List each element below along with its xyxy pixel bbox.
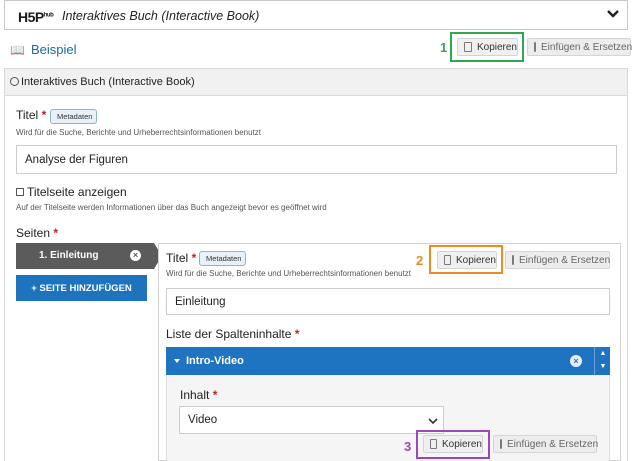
title-input[interactable]: Analyse der Figuren: [16, 145, 617, 174]
chapter-title-description: Wird für die Suche, Berichte und Urheber…: [166, 269, 412, 278]
content-type-select[interactable]: Video: [179, 406, 444, 434]
content-copy-button[interactable]: Kopieren: [423, 435, 483, 453]
cover-page-description: Auf der Titelseite werden Informationen …: [16, 203, 327, 212]
content-type-icon: [10, 77, 19, 86]
chapter-title-input[interactable]: Einleitung: [166, 288, 610, 315]
paste-icon: [512, 255, 514, 265]
annotation-number-1: 1: [440, 40, 448, 55]
h5p-hub-logo: H5Phub: [18, 9, 54, 25]
book-icon: 📖: [10, 43, 25, 57]
pages-label: Seiten *: [16, 226, 59, 240]
collapse-triangle-icon[interactable]: [174, 359, 180, 363]
chapter-copy-button[interactable]: Kopieren: [437, 251, 497, 269]
chapter-paste-replace-button[interactable]: Einfügen & Ersetzen: [505, 251, 610, 269]
paste-icon: [500, 439, 502, 449]
example-link[interactable]: 📖 Beispiel: [10, 42, 76, 57]
copy-icon: [444, 255, 451, 265]
chevron-down-icon[interactable]: [605, 6, 621, 22]
add-page-button[interactable]: + SEITE HINZUFÜGEN: [16, 275, 147, 301]
paste-icon: [534, 42, 536, 52]
annotation-number-3: 3: [404, 439, 412, 454]
hub-content-type-title: Interaktives Buch (Interactive Book): [62, 9, 260, 23]
copy-icon: [430, 439, 437, 449]
chapter-metadata-button[interactable]: Metadaten: [199, 251, 247, 266]
annotation-number-2: 2: [416, 253, 424, 268]
metadata-button[interactable]: Metadaten: [50, 109, 98, 124]
remove-item-icon[interactable]: ×: [570, 355, 582, 367]
section-header[interactable]: Interaktives Buch (Interactive Book): [4, 68, 628, 96]
title-label: Titel *: [16, 108, 47, 122]
copy-button[interactable]: Kopieren: [457, 38, 518, 56]
chapter-item-einleitung[interactable]: 1. Einleitung ×: [16, 243, 162, 269]
content-paste-replace-button[interactable]: Einfügen & Ersetzen: [493, 435, 598, 453]
section-title: Interaktives Buch (Interactive Book): [21, 76, 195, 88]
cover-page-checkbox[interactable]: [16, 188, 24, 196]
chevron-down-icon: [428, 418, 438, 425]
copy-icon: [464, 42, 472, 52]
hub-header[interactable]: H5Phub Interaktives Buch (Interactive Bo…: [4, 0, 628, 30]
chapter-title-label: Titel *: [166, 251, 197, 265]
content-label: Inhalt *: [180, 388, 218, 402]
chapter-label: 1. Einleitung: [39, 250, 99, 261]
remove-chapter-icon[interactable]: ×: [130, 250, 141, 261]
paste-replace-button[interactable]: Einfügen & Ersetzen: [527, 38, 632, 56]
cover-page-label: Titelseite anzeigen: [27, 185, 127, 199]
column-content-label: Liste der Spalteninhalte *: [166, 327, 300, 341]
title-description: Wird für die Suche, Berichte und Urheber…: [16, 128, 262, 137]
intro-video-item-header[interactable]: Intro-Video × ▲ ▼: [166, 347, 610, 375]
intro-video-label: Intro-Video: [186, 355, 244, 367]
reorder-arrows-icon[interactable]: ▲ ▼: [594, 347, 611, 375]
